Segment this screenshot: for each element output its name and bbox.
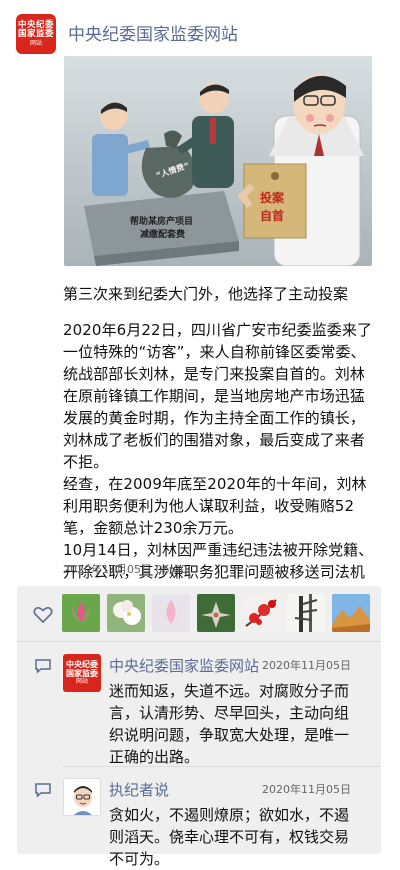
cartoon-image: 帮助某房产项目 减缴配套费 “人情费” 投案 自首 [64,56,372,266]
article-date: 2020年11月05日 06:00 [63,563,188,576]
bamboo-image[interactable] [287,594,325,632]
lily-image[interactable] [197,594,235,632]
comment-text: 贪如火，不遏则燎原；欲如水，不遏则滔天。侥幸心理不可有，权钱交易不可为。 [109,806,350,868]
comment-item: 中央纪委 国家监委 网站 中央纪委国家监委网站 2020年11月05日 迷而知返… [17,642,381,766]
site-logo[interactable]: 中央纪委 国家监委 网站 [16,14,56,54]
comment-bubble-icon[interactable] [34,782,52,798]
site-header: 中央纪委 国家监委 网站 中央纪委国家监委网站 [16,14,384,58]
article-paragraph: 2020年6月22日，四川省广安市纪委监委来了一位特殊的“访客”，来人自称前锋区… [63,321,373,471]
white-flower-image[interactable] [107,594,145,632]
mountain-image[interactable] [332,594,370,632]
article-paragraph: 经查，在2009年底至2020年的十年间，刘林利用职务便利为他人谋取利益，收受贿… [63,475,367,537]
red-blossom-image[interactable] [242,594,280,632]
wall-label-line-1: 帮助某房产项目 [130,215,193,227]
logo-line-3: 网站 [29,39,42,47]
avatar-line-2: 国家监委 [66,667,98,678]
comment-text: 迷而知返，失道不远。对腐败分子而言，认清形势、尽早回头，主动向组织说明问题，争取… [109,682,350,766]
comment-author[interactable]: 中央纪委国家监委网站 [109,655,259,676]
comments-panel: 中央纪委 国家监委 网站 中央纪委国家监委网站 2020年11月05日 迷而知返… [17,586,381,868]
logo-line-2: 国家监委 [17,28,54,39]
svg-text:自首: 自首 [260,208,284,223]
svg-text:投案: 投案 [260,190,285,205]
folder: 投案 自首 [237,163,307,239]
comment-bubble-icon[interactable] [34,658,52,674]
article-headline: 第三次来到纪委大门外，他选择了主动投案 [63,285,349,303]
wall-label-line-2: 减缴配套费 [140,228,185,240]
site-name-link[interactable]: 中央纪委国家监委网站 [68,20,238,45]
avatar-line-3: 网站 [75,678,88,686]
article-illustration: 帮助某房产项目 减缴配套费 “人情费” 投案 自首 [64,56,372,266]
lotus-flower-image[interactable] [62,594,100,632]
comment-item: 执纪者说 2020年11月05日 贪如火，不遏则燎原；欲如水，不遏则滔天。侥幸心… [17,766,381,868]
avatar[interactable] [63,778,101,816]
comment-date: 2020年11月05日 [262,783,351,796]
pink-lotus-image[interactable] [152,594,190,632]
avatar[interactable]: 中央纪委 国家监委 网站 [63,654,101,692]
comment-date: 2020年11月05日 [262,659,351,672]
heart-icon[interactable] [33,606,53,624]
comment-author[interactable]: 执纪者说 [109,779,169,800]
likes-row [17,586,381,642]
